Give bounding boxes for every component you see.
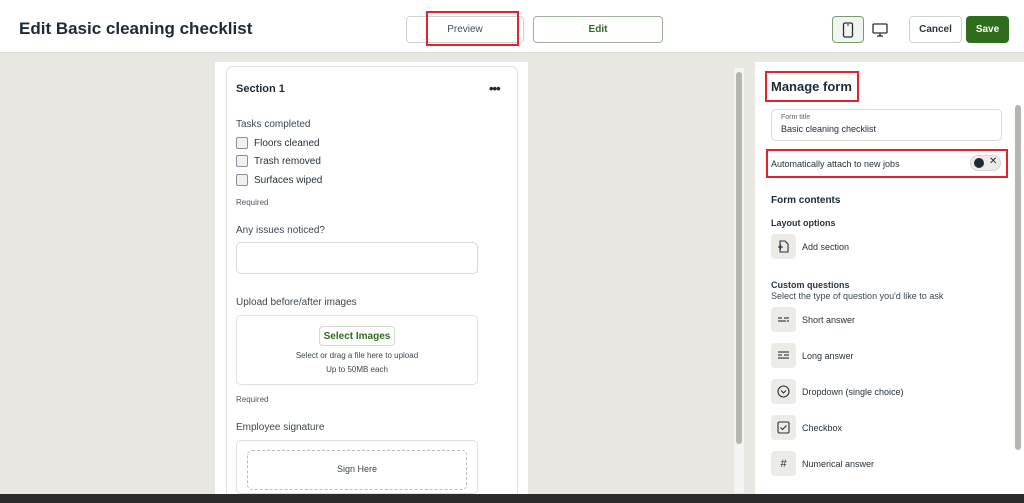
short-answer-icon [771,307,796,332]
chevron-down-circle-icon [771,379,796,404]
custom-questions-subtitle: Select the type of question you'd like t… [771,291,944,301]
upload-label: Upload before/after images [236,297,357,308]
checkbox-box[interactable] [236,137,248,149]
checkbox-label: Surfaces wiped [254,174,323,186]
desktop-view-button[interactable] [864,16,896,43]
dropdown-option[interactable]: Dropdown (single choice) [771,379,904,404]
preview-button[interactable]: Preview [406,16,524,43]
hash-icon: # [771,451,796,476]
checkbox-surfaces[interactable]: Surfaces wiped [236,174,322,186]
checkbox-floors[interactable]: Floors cleaned [236,137,320,149]
add-section-button[interactable]: Add section [771,234,849,259]
checkbox-label: Floors cleaned [254,137,320,149]
issues-label: Any issues noticed? [236,225,325,236]
canvas-scrollbar[interactable] [734,68,744,493]
layout-options-heading: Layout options [771,218,836,228]
attach-toggle[interactable]: ✕ [970,155,1001,171]
upload-hint: Select or drag a file here to upload [295,351,419,360]
add-section-label: Add section [802,241,850,252]
add-section-icon [771,234,796,259]
checkbox-box[interactable] [236,155,248,167]
form-title-label: Form title [781,114,811,121]
page-title: Edit Basic cleaning checklist [19,19,253,38]
desktop-icon [872,22,888,37]
scrollbar-thumb[interactable] [736,72,742,444]
more-options-icon[interactable]: ••• [489,81,501,96]
long-answer-label: Long answer [802,350,854,361]
short-answer-label: Short answer [802,314,856,325]
short-answer-option[interactable]: Short answer [771,307,855,332]
numerical-answer-option[interactable]: # Numerical answer [771,451,874,476]
scrollbar-thumb[interactable] [1015,105,1021,450]
required-label: Required [236,395,269,404]
dropdown-label: Dropdown (single choice) [802,386,904,397]
save-button[interactable]: Save [966,16,1009,43]
edit-button[interactable]: Edit [533,16,663,43]
required-label: Required [236,198,269,207]
numerical-answer-label: Numerical answer [802,458,875,469]
panel-title: Manage form [771,79,852,94]
panel-scrollbar[interactable] [1014,100,1022,494]
checkbox-box[interactable] [236,174,248,186]
upload-limit: Up to 50MB each [326,365,388,374]
select-images-button[interactable]: Select Images [319,326,395,346]
checkbox-trash[interactable]: Trash removed [236,155,321,167]
checkbox-label: Trash removed [254,155,321,167]
mobile-icon [842,21,854,38]
bottom-bar [0,494,1024,503]
form-contents-heading: Form contents [771,195,841,206]
sign-here-pad[interactable]: Sign Here [247,450,467,490]
toggle-knob [974,158,984,168]
form-title-value: Basic cleaning checklist [781,124,877,134]
signature-label: Employee signature [236,422,325,433]
checkbox-icon [771,415,796,440]
checkbox-option[interactable]: Checkbox [771,415,842,440]
mobile-view-button[interactable] [832,16,864,43]
cancel-button[interactable]: Cancel [909,16,962,43]
attach-label: Automatically attach to new jobs [771,159,900,169]
long-answer-option[interactable]: Long answer [771,343,854,368]
long-answer-icon [771,343,796,368]
tasks-label: Tasks completed [236,119,311,130]
close-icon: ✕ [989,156,998,167]
custom-questions-heading: Custom questions [771,280,850,290]
section-title: Section 1 [236,83,285,95]
issues-input[interactable] [236,242,478,274]
checkbox-option-label: Checkbox [802,422,843,433]
